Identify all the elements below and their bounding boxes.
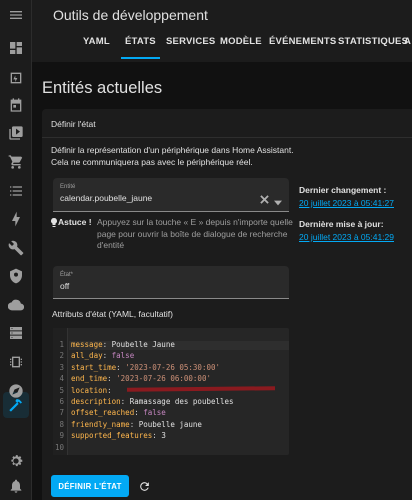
entity-field[interactable]: Entité calendar.poubelle_jaune: [53, 178, 289, 212]
tab-statistics[interactable]: STATISTIQUES: [338, 36, 408, 47]
chevron-down-icon[interactable]: [274, 193, 282, 206]
code-line: offset_reached: false: [71, 408, 166, 418]
card-description: Définir la représentation d'un périphéri…: [51, 145, 294, 167]
dashboard-icon[interactable]: [8, 40, 24, 56]
code-line: message: Poubelle Jaune: [71, 340, 175, 349]
line-number: 6: [59, 397, 64, 406]
shield-icon[interactable]: [8, 268, 24, 284]
redaction-mark: [126, 386, 276, 392]
energy-icon[interactable]: [8, 70, 24, 86]
cloud-icon[interactable]: [8, 297, 24, 313]
tab-yaml[interactable]: YAML: [83, 36, 110, 47]
line-number: 3: [59, 362, 64, 372]
yaml-key: offset_reached: [71, 408, 135, 418]
yaml-key: end_time: [71, 374, 108, 384]
tab-overflow[interactable]: A: [404, 36, 411, 47]
set-state-button[interactable]: DÉFINIR L'ÉTAT: [51, 475, 129, 497]
chip-icon[interactable]: [8, 354, 24, 370]
tab-bar: YAML ÉTATS SERVICES MODÈLE ÉVÉNEMENTS ST…: [32, 36, 412, 59]
last-changed-title: Dernier changement :: [299, 185, 387, 195]
yaml-key: description: [71, 397, 121, 406]
yaml-value: false: [143, 408, 166, 418]
state-field-value[interactable]: off: [60, 281, 69, 291]
tip-label: Astuce !: [58, 217, 92, 227]
code-line: start_time: '2023-07-26 05:30:00': [71, 362, 221, 372]
last-updated-title: Dernière mise à jour:: [299, 219, 384, 229]
yaml-value: 3: [161, 431, 166, 441]
yaml-code-editor[interactable]: 1 2 3 4 5 6 7 8 9 10 message: Poubelle Jaune all_d…: [53, 328, 289, 455]
line-number: 1: [59, 340, 64, 349]
yaml-value: '2023-07-26 05:30:00': [125, 362, 221, 372]
yaml-value: false: [111, 351, 135, 361]
shopping-cart-icon[interactable]: [8, 154, 24, 170]
tab-services[interactable]: SERVICES: [166, 36, 215, 47]
yaml-key: start_time: [71, 362, 117, 372]
list-icon[interactable]: [8, 183, 24, 199]
tab-states[interactable]: ÉTATS: [125, 36, 156, 47]
line-number-gutter: 1 2 3 4 5 6 7 8 9 10: [53, 328, 68, 455]
yaml-key: supported_features: [71, 431, 153, 441]
yaml-key: all_day: [71, 351, 103, 361]
last-updated-link[interactable]: 20 juillet 2023 à 05:41:29: [299, 232, 394, 242]
clear-icon[interactable]: [260, 191, 269, 204]
active-tab-indicator: [121, 57, 160, 59]
attributes-label: Attributs d'état (YAML, facultatif): [52, 309, 173, 319]
line-number: 5: [59, 385, 64, 395]
tip-text: Appuyez sur la touche « E » depuis n'imp…: [97, 217, 293, 250]
line-number: 7: [59, 408, 64, 418]
yaml-key: friendly_name: [71, 419, 130, 429]
menu-icon[interactable]: [8, 7, 24, 23]
state-field-label: État*: [60, 272, 74, 278]
code-line: all_day: false: [71, 351, 135, 361]
tab-template[interactable]: MODÈLE: [220, 36, 262, 47]
server-icon[interactable]: [8, 325, 24, 341]
code-line: end_time: '2023-07-26 06:00:00': [71, 374, 211, 384]
calendar-icon[interactable]: [8, 97, 24, 113]
section-heading: Entités actuelles: [42, 79, 163, 97]
hammer-icon[interactable]: [8, 397, 24, 413]
set-state-card: Définir l'état Définir la représentation…: [42, 109, 412, 500]
page-title: Outils de développement: [53, 7, 208, 23]
sidebar: [0, 0, 32, 500]
media-icon[interactable]: [8, 125, 24, 141]
settings-icon[interactable]: [8, 453, 24, 469]
yaml-value: Poubelle jaune: [138, 419, 202, 429]
card-divider: [42, 137, 412, 138]
tab-events[interactable]: ÉVÉNEMENTS: [269, 36, 336, 47]
code-line: description: Ramassage des poubelles: [71, 397, 234, 406]
top-header: Outils de développement YAML ÉTATS SERVI…: [32, 0, 412, 62]
line-number: 9: [59, 431, 64, 441]
card-title: Définir l'état: [51, 119, 96, 129]
line-number: 10: [54, 442, 64, 452]
yaml-key: message: [71, 340, 103, 349]
entity-field-label: Entité: [60, 184, 76, 190]
entity-field-value[interactable]: calendar.poubelle_jaune: [60, 193, 152, 203]
code-line: location:: [71, 385, 117, 395]
state-field[interactable]: État* off: [53, 266, 289, 299]
yaml-value: '2023-07-26 06:00:00': [116, 374, 211, 384]
last-changed-link[interactable]: 20 juillet 2023 à 05:41:27: [299, 198, 394, 208]
code-line: friendly_name: Poubelle jaune: [71, 419, 202, 429]
refresh-icon[interactable]: [138, 480, 151, 493]
lightning-icon[interactable]: [8, 211, 24, 227]
code-line: supported_features: 3: [71, 431, 166, 441]
lightbulb-icon: [50, 218, 58, 228]
line-number: 4: [59, 374, 64, 384]
app-root: Outils de développement YAML ÉTATS SERVI…: [0, 0, 412, 500]
yaml-key: location: [71, 385, 108, 395]
yaml-value: Ramassage des poubelles: [129, 397, 234, 406]
notifications-icon[interactable]: [8, 478, 24, 494]
yaml-value: Poubelle Jaune: [111, 340, 175, 349]
line-number: 2: [59, 351, 64, 361]
wrench-icon[interactable]: [8, 240, 24, 256]
line-number: 8: [59, 419, 64, 429]
